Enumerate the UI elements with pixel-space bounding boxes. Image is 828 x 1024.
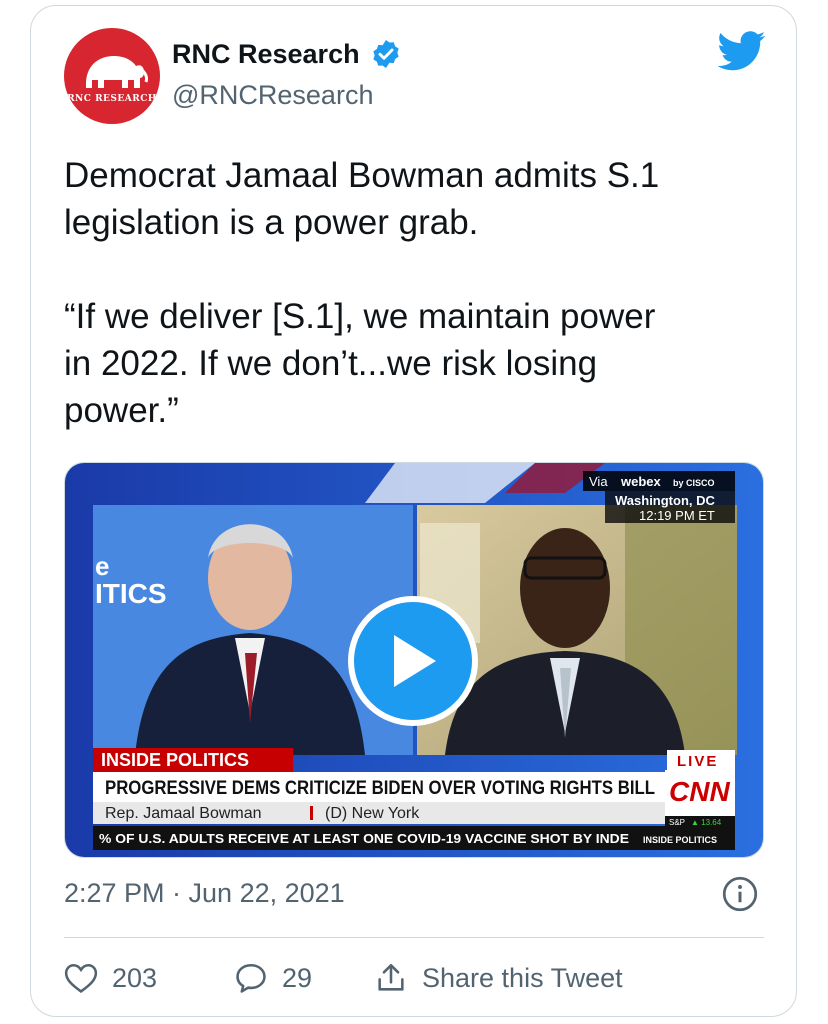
- tweet-text-line: power.”: [64, 391, 179, 430]
- tweet-actions: 203 29 Share this Tweet: [64, 950, 623, 1006]
- chyron-headline: PROGRESSIVE DEMS CRITICIZE BIDEN OVER VO…: [105, 778, 655, 799]
- tweet-timestamp[interactable]: 2:27 PM · Jun 22, 2021: [64, 878, 345, 909]
- author-name[interactable]: RNC Research: [172, 39, 360, 70]
- tweet-text-line: legislation is a power grab.: [64, 203, 479, 242]
- like-count: 203: [112, 962, 158, 993]
- ticker-show-label: INSIDE POLITICS: [643, 835, 717, 845]
- heart-icon: [64, 963, 98, 994]
- segment-label: INSIDE POLITICS: [101, 750, 249, 770]
- reply-count: 29: [282, 962, 313, 993]
- cnn-logo: CNN: [669, 776, 730, 807]
- verified-badge-icon: [372, 40, 399, 68]
- reply-button[interactable]: 29: [234, 962, 374, 994]
- author-row: RNC Research: [172, 38, 402, 70]
- webex-label: webex: [620, 474, 662, 489]
- guest-name: Rep. Jamaal Bowman: [105, 805, 262, 822]
- live-badge: LIVE: [677, 753, 718, 770]
- tweet-text: Democrat Jamaal Bowman admits S.1 legisl…: [64, 152, 764, 434]
- like-button[interactable]: 203: [64, 962, 234, 994]
- divider: [64, 937, 764, 938]
- reply-bubble-icon: [236, 963, 266, 993]
- time-label: 12:19 PM ET: [639, 508, 715, 523]
- tweet-text-line: Democrat Jamaal Bowman admits S.1: [64, 156, 660, 195]
- guest-party: (D) New York: [325, 805, 420, 822]
- show-logo-partial: ITICS: [95, 578, 167, 609]
- location-label: Washington, DC: [615, 493, 716, 508]
- news-ticker: % OF U.S. ADULTS RECEIVE AT LEAST ONE CO…: [99, 831, 629, 846]
- market-value: ▲ 13.64: [691, 818, 722, 827]
- tweet-text-line: “If we deliver [S.1], we maintain power: [64, 297, 656, 336]
- show-logo-partial: e: [95, 551, 109, 581]
- market-label: S&P: [669, 818, 685, 827]
- share-label: Share this Tweet: [422, 962, 623, 993]
- tweet-text-line: in 2022. If we don’t...we risk losing: [64, 344, 598, 383]
- play-icon: [394, 635, 436, 687]
- avatar-logo-text: RNC RESEARCH: [67, 94, 157, 104]
- play-button[interactable]: [348, 596, 478, 726]
- via-label: Via: [589, 474, 608, 489]
- info-icon[interactable]: [722, 876, 758, 912]
- twitter-bird-icon[interactable]: [718, 30, 766, 72]
- share-icon: [378, 963, 404, 991]
- share-button[interactable]: Share this Tweet: [374, 961, 623, 995]
- author-handle[interactable]: @RNCResearch: [172, 80, 373, 111]
- avatar[interactable]: RNC RESEARCH: [64, 28, 160, 124]
- cisco-label: by CISCO: [673, 478, 715, 488]
- elephant-logo-icon: [86, 56, 148, 88]
